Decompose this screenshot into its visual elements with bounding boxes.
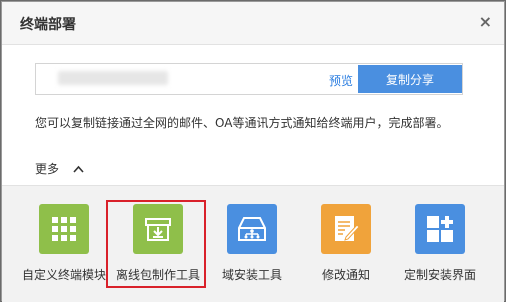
dialog-header: 终端部署 × xyxy=(2,2,504,45)
tool-modify-notice[interactable]: 修改通知 xyxy=(301,204,391,283)
network-tray-icon xyxy=(227,204,277,254)
tool-custom-install-ui[interactable]: 定制安装界面 xyxy=(395,204,485,283)
share-link-text xyxy=(58,71,168,85)
layout-plus-icon xyxy=(415,204,465,254)
tool-label: 域安装工具 xyxy=(221,268,282,282)
deploy-description: 您可以复制链接通过全网的邮件、OA等通讯方式通知给终端用户，完成部署。 xyxy=(35,116,449,130)
tool-offline-package[interactable]: 离线包制作工具 xyxy=(113,204,203,283)
edit-note-icon xyxy=(321,204,371,254)
more-label: 更多 xyxy=(35,162,60,176)
tool-label: 修改通知 xyxy=(321,268,370,282)
preview-link[interactable]: 预览 xyxy=(329,72,353,89)
tool-custom-terminal-module[interactable]: 自定义终端模块 xyxy=(19,204,109,283)
tool-label: 自定义终端模块 xyxy=(21,268,106,282)
tool-domain-install[interactable]: 域安装工具 xyxy=(207,204,297,283)
tool-label: 定制安装界面 xyxy=(403,268,476,282)
box-download-icon xyxy=(133,204,183,254)
dialog-title: 终端部署 xyxy=(20,17,76,33)
close-icon[interactable]: × xyxy=(479,12,492,32)
tool-label: 离线包制作工具 xyxy=(115,268,200,282)
chevron-up-icon xyxy=(73,163,84,176)
share-link-field[interactable]: 预览 复制分享 xyxy=(35,63,463,95)
deploy-dialog: 终端部署 × 预览 复制分享 您可以复制链接通过全网的邮件、OA等通讯方式通知给… xyxy=(1,1,505,302)
grid-icon xyxy=(39,204,89,254)
tools-panel: 自定义终端模块 离线包制作工具 域安装工具 修改通知 定制安装界面 xyxy=(2,185,504,302)
more-toggle[interactable]: 更多 xyxy=(35,160,84,177)
copy-share-button[interactable]: 复制分享 xyxy=(358,65,462,93)
